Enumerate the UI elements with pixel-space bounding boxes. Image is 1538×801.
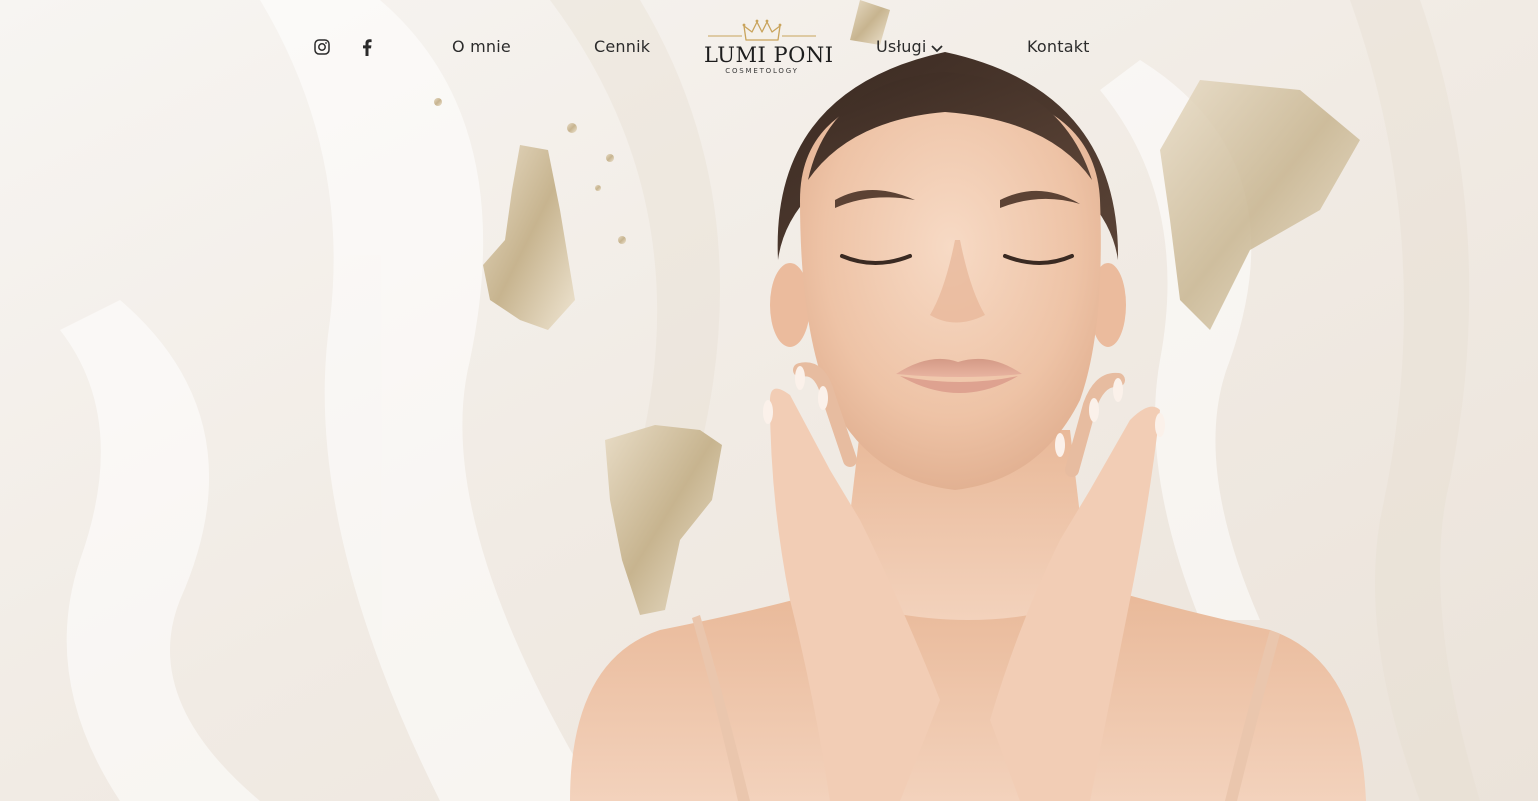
nav-link-services-label: Usługi <box>876 37 927 56</box>
crown-icon <box>708 19 816 41</box>
facebook-icon <box>362 38 372 56</box>
nav-link-services[interactable]: Usługi <box>876 37 943 57</box>
nav-link-about[interactable]: O mnie <box>452 37 511 56</box>
top-navigation: O mnie Cennik LUMI PONI COSMETOLOGY Usłu… <box>0 0 1538 95</box>
instagram-link[interactable] <box>311 36 333 58</box>
logo-tagline: COSMETOLOGY <box>725 67 799 75</box>
logo-name: LUMI PONI <box>704 43 834 67</box>
instagram-icon <box>314 39 330 55</box>
facebook-link[interactable] <box>356 36 378 58</box>
chevron-down-icon <box>930 38 943 57</box>
hero-image <box>0 0 1538 801</box>
nav-link-contact[interactable]: Kontakt <box>1027 37 1090 56</box>
hero-section: O mnie Cennik LUMI PONI COSMETOLOGY Usłu… <box>0 0 1538 801</box>
logo[interactable]: LUMI PONI COSMETOLOGY <box>704 18 834 78</box>
nav-link-pricing[interactable]: Cennik <box>594 37 650 56</box>
